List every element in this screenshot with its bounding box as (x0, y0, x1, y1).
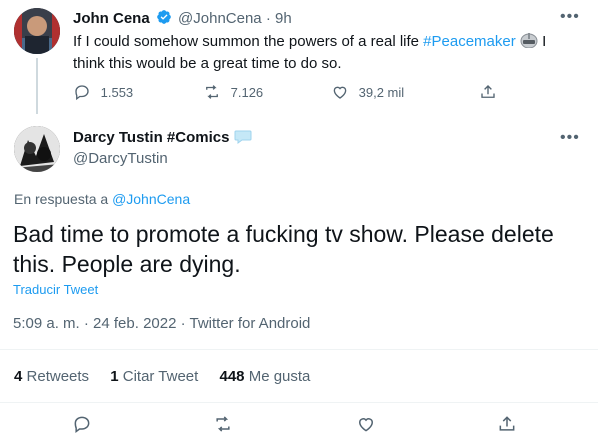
heart-icon (333, 86, 347, 99)
retweets-count: 4 (14, 368, 23, 385)
parent-text-line2: think this would be a great time to do s… (73, 55, 342, 72)
john-cena-avatar[interactable] (14, 8, 60, 54)
main-text-line1: Bad time to promote a fucking tv show. P… (13, 221, 554, 247)
tweet-timestamp[interactable]: 5:09 a. m. · 24 feb. 2022 · Twitter for … (13, 315, 310, 332)
reply-context: En respuesta a @JohnCena (14, 191, 190, 207)
reply-to-link[interactable]: @JohnCena (112, 191, 190, 207)
john-cena-avatar-image (14, 8, 60, 54)
parent-text-start: If I could somehow summon the powers of … (73, 33, 424, 50)
like-action[interactable]: 39,2 mil (331, 83, 404, 101)
thread-line (36, 58, 38, 114)
reply-icon (75, 85, 89, 101)
quotes-count: 1 (110, 368, 119, 385)
parent-tweet-text: If I could somehow summon the powers of … (73, 32, 573, 74)
darcy-tustin-avatar[interactable] (14, 126, 60, 172)
main-more-options-icon[interactable]: ••• (560, 129, 580, 147)
speech-bubble-emoji-icon (234, 129, 252, 149)
main-handle[interactable]: @DarcyTustin (73, 150, 168, 167)
retweet-count: 7.126 (230, 84, 264, 100)
likes-count: 448 (219, 368, 245, 385)
main-reply-button[interactable] (72, 414, 92, 439)
darcy-tustin-avatar-image (14, 126, 60, 172)
hashtag-link[interactable]: #Peacemaker (423, 33, 516, 50)
main-text-line2: this. People are dying. (13, 251, 241, 277)
engagement-stats: 4 Retweets 1 Citar Tweet 448 Me gusta (14, 368, 310, 385)
main-heart-icon (358, 418, 374, 432)
parent-author-name[interactable]: John Cena (73, 10, 150, 27)
reply-action[interactable]: 1.553 (73, 83, 133, 101)
likes-label: Me gusta (248, 368, 311, 385)
parent-more-options-icon[interactable]: ••• (560, 8, 580, 26)
reply-count: 1.553 (100, 84, 134, 100)
parent-handle[interactable]: @JohnCena (178, 10, 262, 27)
quotes-label: Citar Tweet (122, 368, 199, 385)
main-author-name[interactable]: Darcy Tustin #Comics (73, 129, 229, 146)
main-like-button[interactable] (356, 414, 376, 439)
main-share-icon (499, 416, 515, 431)
header-separator: · (265, 10, 271, 27)
main-tweet-text: Bad time to promote a fucking tv show. P… (13, 219, 554, 279)
main-share-button[interactable] (497, 414, 517, 439)
retweet-icon (206, 85, 218, 99)
parent-text-line1: If I could somehow summon the powers of … (73, 32, 573, 54)
main-reply-icon (74, 416, 90, 433)
reply-prefix: En respuesta a (14, 191, 113, 207)
main-retweet-button[interactable] (213, 414, 233, 439)
share-icon (481, 85, 495, 98)
parent-tweet-header: John Cena @JohnCena · 9h (73, 9, 292, 29)
quotes-stat[interactable]: 1 Citar Tweet (110, 368, 202, 385)
retweets-stat[interactable]: 4 Retweets (14, 368, 93, 385)
likes-stat[interactable]: 448 Me gusta (220, 368, 311, 385)
parent-time[interactable]: 9h (275, 10, 292, 27)
parent-text-after: I (537, 33, 547, 50)
peacemaker-helmet-emoji-icon (520, 32, 538, 54)
divider-top (0, 349, 598, 350)
retweet-action[interactable]: 7.126 (203, 83, 263, 101)
divider-bottom (0, 402, 598, 403)
retweets-label: Retweets (26, 368, 90, 385)
share-action[interactable] (479, 83, 497, 101)
like-count: 39,2 mil (358, 84, 405, 100)
main-retweet-icon (216, 416, 230, 432)
translate-link[interactable]: Traducir Tweet (13, 282, 98, 297)
verified-badge-icon (156, 9, 172, 29)
main-tweet-author: Darcy Tustin #Comics (73, 129, 252, 149)
